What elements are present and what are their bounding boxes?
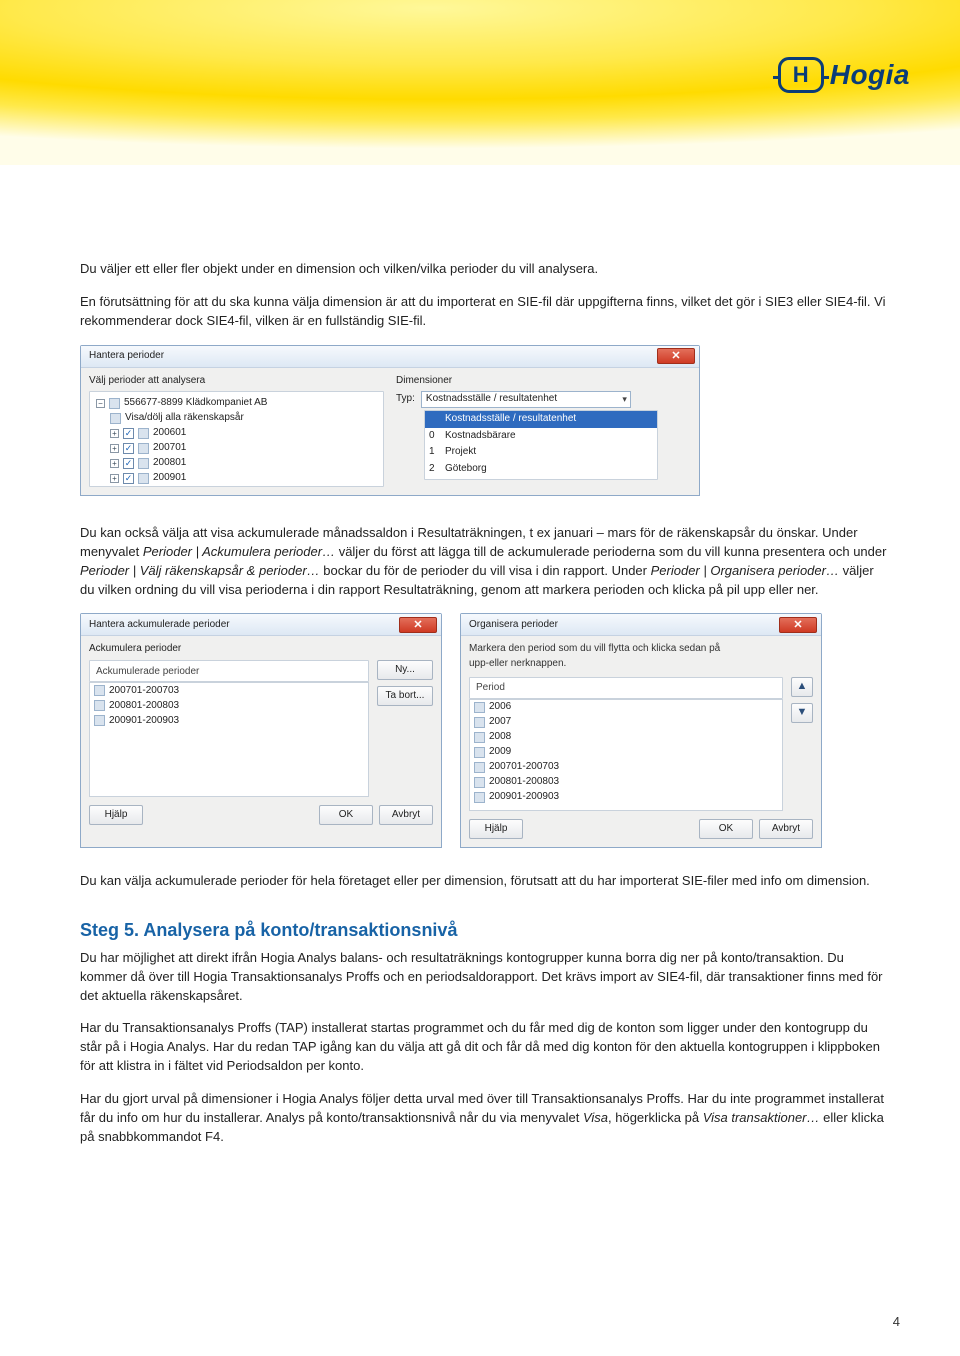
year-icon <box>138 458 149 469</box>
year-icon <box>138 473 149 484</box>
list-item[interactable]: 2007 <box>489 715 511 730</box>
close-icon[interactable]: ✕ <box>779 617 817 633</box>
period-icon <box>474 762 485 773</box>
period-icon <box>474 777 485 788</box>
period-icon <box>474 702 485 713</box>
toggle-icon <box>110 413 121 424</box>
close-icon[interactable]: ✕ <box>657 348 695 364</box>
list-item[interactable]: 200701-200703 <box>109 684 179 699</box>
period-icon <box>94 715 105 726</box>
opt-label[interactable]: Kostnadsställe / resultatenhet <box>445 412 576 427</box>
list-item[interactable]: 2006 <box>489 700 511 715</box>
tree-root[interactable]: 556677-8899 Klädkompaniet AB <box>124 396 267 411</box>
dialog-organisera-perioder: Organisera perioder ✕ Markera den period… <box>460 613 822 848</box>
checkbox[interactable]: ✓ <box>123 428 134 439</box>
opt-label[interactable]: Projekt <box>445 445 476 460</box>
intro-paragraph-1: Du väljer ett eller fler objekt under en… <box>80 260 890 279</box>
period-icon <box>474 747 485 758</box>
column-header: Ackumulerade perioder <box>96 665 362 680</box>
list-item[interactable]: 200801-200803 <box>489 775 559 790</box>
delete-button[interactable]: Ta bort... <box>377 686 433 706</box>
collapse-icon[interactable]: − <box>96 399 105 408</box>
list-item[interactable]: 200801-200803 <box>109 699 179 714</box>
logo-mark: H <box>778 57 824 93</box>
period-icon <box>94 700 105 711</box>
list-item[interactable]: 2009 <box>489 745 511 760</box>
cancel-button[interactable]: Avbryt <box>759 819 813 839</box>
ok-button[interactable]: OK <box>319 805 373 825</box>
tree-item[interactable]: 200701 <box>153 441 186 456</box>
step5-p2: Har du Transaktionsanalys Proffs (TAP) i… <box>80 1019 890 1076</box>
expand-icon[interactable]: + <box>110 429 119 438</box>
step5-p1: Du har möjlighet att direkt ifrån Hogia … <box>80 949 890 1006</box>
step5-heading: Steg 5. Analysera på konto/transaktionsn… <box>80 917 890 943</box>
checkbox[interactable]: ✓ <box>123 443 134 454</box>
opt-num: 1 <box>429 445 439 460</box>
mid-paragraph: Du kan också välja att visa ackumulerade… <box>80 524 890 599</box>
hint-text: Markera den period som du vill flytta oc… <box>469 642 729 671</box>
opt-label[interactable]: Kostnadsbärare <box>445 429 516 444</box>
close-icon[interactable]: ✕ <box>399 617 437 633</box>
tree-item[interactable]: 200801 <box>153 456 186 471</box>
list-item[interactable]: 2008 <box>489 730 511 745</box>
left-section-label: Välj perioder att analysera <box>89 374 384 389</box>
period-icon <box>474 732 485 743</box>
section-label: Ackumulera perioder <box>89 642 433 657</box>
brand-logo: H Hogia <box>778 55 910 96</box>
year-icon <box>138 443 149 454</box>
list-item[interactable]: 200901-200903 <box>109 714 179 729</box>
page-number: 4 <box>893 1313 900 1332</box>
period-list[interactable]: 2006 2007 2008 2009 200701-200703 200801… <box>469 699 783 811</box>
after-dialogs-paragraph: Du kan välja ackumulerade perioder för h… <box>80 872 890 891</box>
intro-paragraph-2: En förutsättning för att du ska kunna vä… <box>80 293 890 331</box>
new-button[interactable]: Ny... <box>377 660 433 680</box>
period-icon <box>474 717 485 728</box>
period-icon <box>474 792 485 803</box>
step5-p3: Har du gjort urval på dimensioner i Hogi… <box>80 1090 890 1147</box>
opt-num: 0 <box>429 429 439 444</box>
opt-label[interactable]: Göteborg <box>445 462 487 477</box>
expand-icon[interactable]: + <box>110 444 119 453</box>
help-button[interactable]: Hjälp <box>89 805 143 825</box>
dialog-titlebar: Hantera perioder ✕ <box>81 346 699 368</box>
help-button[interactable]: Hjälp <box>469 819 523 839</box>
opt-num <box>429 412 439 427</box>
header-banner: H Hogia <box>0 0 960 165</box>
period-icon <box>94 685 105 696</box>
page-content: Du väljer ett eller fler objekt under en… <box>0 165 960 1200</box>
ack-list[interactable]: 200701-200703 200801-200803 200901-20090… <box>89 682 369 797</box>
dialog-title: Hantera perioder <box>89 349 164 364</box>
column-header: Period <box>476 681 776 696</box>
typ-value: Kostnadsställe / resultatenhet <box>426 392 557 407</box>
checkbox[interactable]: ✓ <box>123 473 134 484</box>
dialog-ackumulera-perioder: Hantera ackumulerade perioder ✕ Ackumule… <box>80 613 442 848</box>
year-icon <box>138 428 149 439</box>
tree-item[interactable]: 200601 <box>153 426 186 441</box>
tree-toggle-all[interactable]: Visa/dölj alla räkenskapsår <box>125 411 244 426</box>
dialog-title: Organisera perioder <box>469 618 558 633</box>
typ-dropdown[interactable]: Kostnadsställe / resultatenhet <box>421 391 631 408</box>
checkbox[interactable]: ✓ <box>123 458 134 469</box>
expand-icon[interactable]: + <box>110 474 119 483</box>
ok-button[interactable]: OK <box>699 819 753 839</box>
dialog-hantera-perioder: Hantera perioder ✕ Välj perioder att ana… <box>80 345 700 497</box>
cancel-button[interactable]: Avbryt <box>379 805 433 825</box>
list-item[interactable]: 200701-200703 <box>489 760 559 775</box>
opt-num: 2 <box>429 462 439 477</box>
move-down-button[interactable]: ▼ <box>791 703 813 723</box>
typ-label: Typ: <box>396 392 415 407</box>
tree-item[interactable]: 200901 <box>153 471 186 486</box>
brand-name: Hogia <box>830 55 910 96</box>
move-up-button[interactable]: ▲ <box>791 677 813 697</box>
folder-icon <box>109 398 120 409</box>
dialog-title: Hantera ackumulerade perioder <box>89 618 230 633</box>
right-section-label: Dimensioner <box>396 374 691 389</box>
expand-icon[interactable]: + <box>110 459 119 468</box>
list-item[interactable]: 200901-200903 <box>489 790 559 805</box>
